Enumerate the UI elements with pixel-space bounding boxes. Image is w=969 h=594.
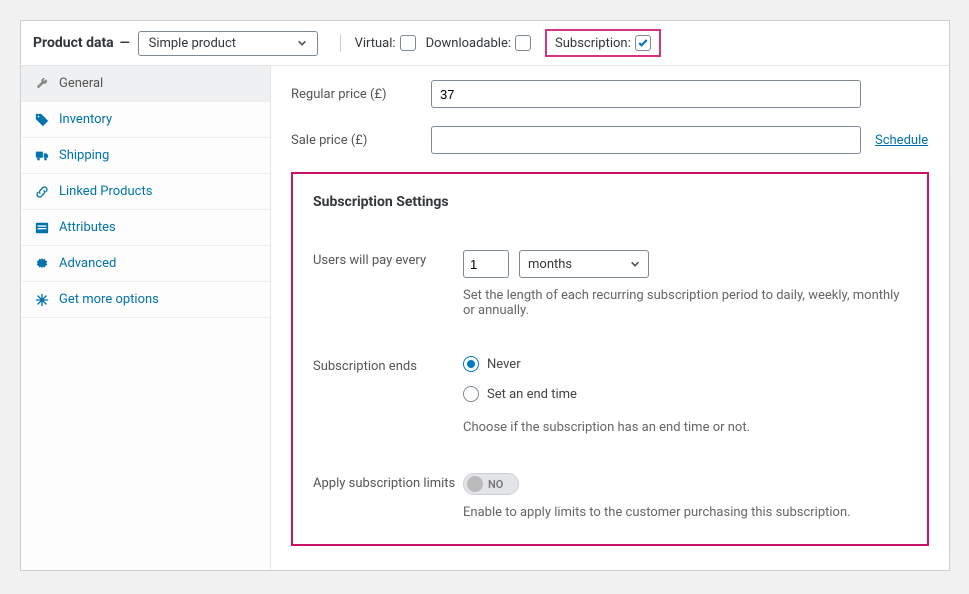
tab-attributes[interactable]: Attributes — [21, 210, 270, 246]
product-type-value: Simple product — [149, 36, 236, 51]
subscription-label: Subscription: — [555, 36, 631, 51]
product-type-select[interactable]: Simple product — [138, 31, 318, 56]
virtual-label: Virtual: — [355, 36, 396, 51]
regular-price-row: Regular price (£) — [291, 80, 929, 108]
subscription-settings-title: Subscription Settings — [313, 194, 907, 210]
product-data-title: Product data — [33, 35, 114, 51]
sale-price-row: Sale price (£) Schedule — [291, 126, 929, 154]
regular-price-label: Regular price (£) — [291, 87, 431, 102]
ends-never-label: Never — [487, 357, 521, 372]
chevron-down-icon — [630, 259, 640, 269]
interval-number-input[interactable] — [463, 250, 509, 278]
virtual-checkbox[interactable] — [400, 35, 416, 51]
ends-endtime-label: Set an end time — [487, 387, 577, 402]
ends-help: Choose if the subscription has an end ti… — [463, 420, 907, 435]
subscription-ends-label: Subscription ends — [313, 356, 463, 435]
product-flags: Virtual: Downloadable: Subscription: — [336, 29, 661, 57]
tab-get-more-options[interactable]: Get more options — [21, 282, 270, 318]
tab-label: Linked Products — [59, 184, 152, 199]
subscription-flag: Subscription: — [545, 29, 661, 57]
star-icon — [35, 293, 49, 307]
product-data-tabs: General Inventory Shipping Linked Produc… — [21, 66, 271, 570]
tab-label: Shipping — [59, 148, 109, 163]
toggle-knob — [467, 476, 483, 492]
pay-interval-label: Users will pay every — [313, 250, 463, 318]
separator — [340, 34, 341, 52]
sale-price-input[interactable] — [431, 126, 861, 154]
tab-label: Get more options — [59, 292, 159, 307]
link-icon — [35, 185, 49, 199]
truck-icon — [35, 149, 49, 163]
virtual-flag: Virtual: — [355, 35, 416, 51]
subscription-ends-controls: Never Set an end time Choose if the subs… — [463, 356, 907, 435]
tab-advanced[interactable]: Advanced — [21, 246, 270, 282]
interval-inputs: months — [463, 250, 907, 278]
ends-endtime-row: Set an end time — [463, 386, 907, 402]
downloadable-label: Downloadable: — [426, 36, 511, 51]
regular-price-input[interactable] — [431, 80, 861, 108]
general-panel: Regular price (£) Sale price (£) Schedul… — [271, 66, 949, 570]
toggle-text: NO — [488, 478, 503, 491]
limits-toggle[interactable]: NO — [463, 473, 519, 495]
tab-label: General — [59, 76, 103, 91]
interval-unit-value: months — [528, 257, 572, 272]
gear-icon — [35, 257, 49, 271]
tab-shipping[interactable]: Shipping — [21, 138, 270, 174]
pay-interval-row: Users will pay every months Set the leng… — [313, 250, 907, 318]
list-icon — [35, 221, 49, 235]
ends-never-row: Never — [463, 356, 907, 372]
subscription-ends-row: Subscription ends Never Set an end time … — [313, 356, 907, 435]
tab-general[interactable]: General — [21, 66, 270, 102]
limits-help: Enable to apply limits to the customer p… — [463, 505, 907, 520]
product-data-body: General Inventory Shipping Linked Produc… — [21, 66, 949, 570]
tab-label: Attributes — [59, 220, 116, 235]
interval-help: Set the length of each recurring subscri… — [463, 288, 907, 318]
ends-never-radio[interactable] — [463, 356, 479, 372]
interval-unit-select[interactable]: months — [519, 250, 649, 278]
product-data-panel: Product data — Simple product Virtual: D… — [20, 20, 950, 571]
dash: — — [120, 36, 130, 51]
sale-price-label: Sale price (£) — [291, 133, 431, 148]
downloadable-checkbox[interactable] — [515, 35, 531, 51]
tab-label: Inventory — [59, 112, 112, 127]
tag-icon — [35, 113, 49, 127]
product-data-header: Product data — Simple product Virtual: D… — [21, 21, 949, 66]
pay-interval-controls: months Set the length of each recurring … — [463, 250, 907, 318]
chevron-down-icon — [297, 38, 307, 48]
subscription-limits-label: Apply subscription limits — [313, 473, 463, 520]
subscription-checkbox[interactable] — [635, 35, 651, 51]
downloadable-flag: Downloadable: — [426, 35, 531, 51]
subscription-limits-row: Apply subscription limits NO Enable to a… — [313, 473, 907, 520]
tab-label: Advanced — [59, 256, 116, 271]
schedule-link[interactable]: Schedule — [875, 133, 928, 148]
check-icon — [637, 37, 649, 49]
ends-endtime-radio[interactable] — [463, 386, 479, 402]
subscription-limits-controls: NO Enable to apply limits to the custome… — [463, 473, 907, 520]
wrench-icon — [35, 77, 49, 91]
tab-linked-products[interactable]: Linked Products — [21, 174, 270, 210]
subscription-settings-box: Subscription Settings Users will pay eve… — [291, 172, 929, 546]
tab-inventory[interactable]: Inventory — [21, 102, 270, 138]
